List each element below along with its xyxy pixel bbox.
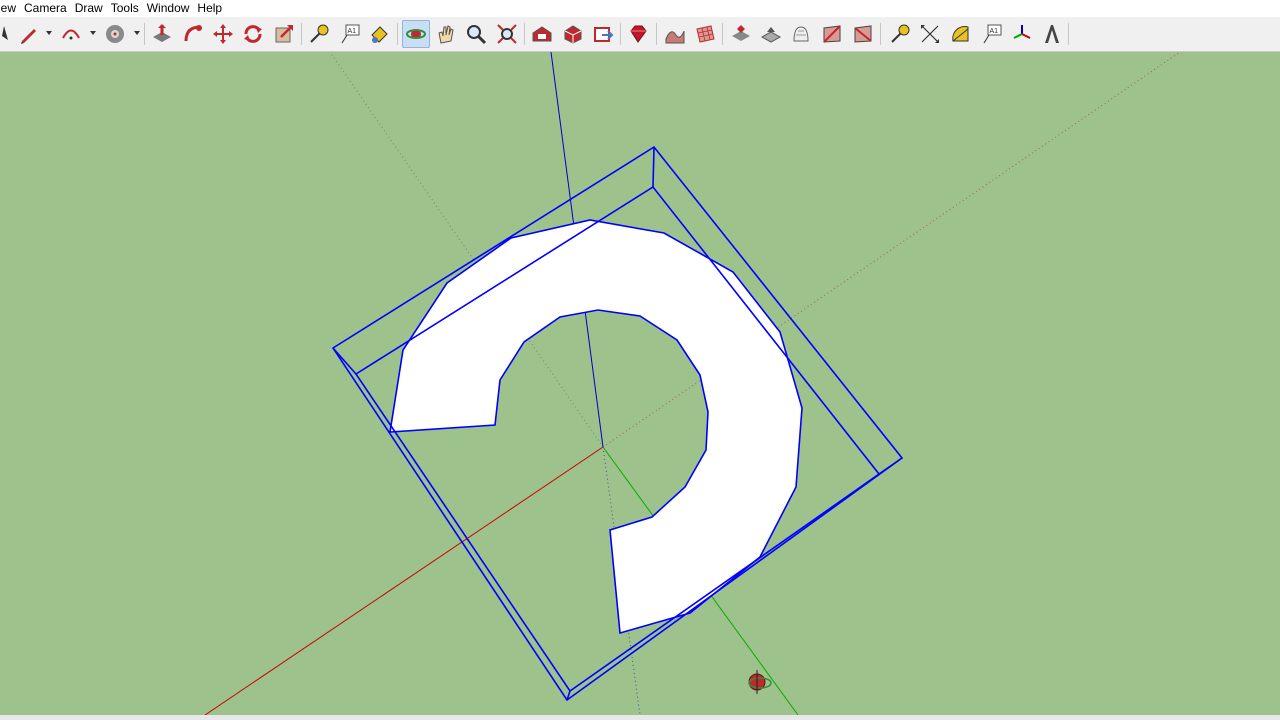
menu-tools[interactable]: Tools <box>107 0 143 17</box>
tape-measure-2-icon[interactable] <box>887 21 913 47</box>
status-bar <box>0 715 1280 720</box>
box-edge <box>652 146 655 188</box>
move-icon[interactable] <box>210 21 236 47</box>
chevron-down-icon[interactable] <box>90 31 96 35</box>
sandbox-drape-icon[interactable] <box>758 21 784 47</box>
eraser-paint-icon[interactable] <box>102 21 128 47</box>
drawing-viewport[interactable] <box>0 52 1280 715</box>
paint-bucket-icon[interactable] <box>366 21 392 47</box>
menu-view[interactable]: iew <box>0 0 20 17</box>
sandbox-add-detail-icon[interactable] <box>788 21 814 47</box>
menu-help[interactable]: Help <box>193 0 226 17</box>
box-edge <box>878 457 903 475</box>
text-icon[interactable]: A1 <box>337 21 363 47</box>
model-canvas <box>204 52 1181 715</box>
protractor-icon[interactable] <box>948 21 974 47</box>
chevron-down-icon[interactable] <box>134 31 140 35</box>
arc-icon[interactable] <box>58 21 84 47</box>
sandbox-grid-icon[interactable] <box>692 21 718 47</box>
components-icon[interactable] <box>560 21 586 47</box>
tape-measure-icon[interactable] <box>306 21 332 47</box>
zoom-icon[interactable] <box>463 21 489 47</box>
menu-bar: iew Camera Draw Tools Window Help <box>0 0 1280 17</box>
menu-window[interactable]: Window <box>143 0 194 17</box>
menu-draw[interactable]: Draw <box>71 0 107 17</box>
select-icon[interactable] <box>0 21 14 47</box>
sandbox-from-contours-icon[interactable] <box>850 21 876 47</box>
text-2-icon[interactable]: A1 <box>979 21 1005 47</box>
follow-me-icon[interactable] <box>180 21 206 47</box>
svg-text:A1: A1 <box>990 28 999 35</box>
red-axis <box>204 446 604 715</box>
axes-icon[interactable] <box>1009 21 1035 47</box>
pencil-line-icon[interactable] <box>16 21 42 47</box>
share-model-icon[interactable] <box>590 21 616 47</box>
sandbox-stamp-icon[interactable] <box>728 21 754 47</box>
box-edge <box>332 347 357 375</box>
orbit-icon[interactable] <box>402 20 430 48</box>
svg-text:A1: A1 <box>348 28 357 35</box>
dimensions-icon[interactable] <box>917 21 943 47</box>
warehouse-icon[interactable] <box>529 21 555 47</box>
chevron-down-icon[interactable] <box>46 31 52 35</box>
push-pull-icon[interactable] <box>149 21 175 47</box>
pan-icon[interactable] <box>433 21 459 47</box>
ruby-icon[interactable] <box>625 21 651 47</box>
3d-text-icon[interactable] <box>1039 21 1065 47</box>
sandbox-flip-edge-icon[interactable] <box>819 21 845 47</box>
toolbar: A1 A1 <box>0 17 1280 52</box>
scale-icon[interactable] <box>271 21 297 47</box>
rotate-icon[interactable] <box>240 21 266 47</box>
zoom-extents-icon[interactable] <box>494 21 520 47</box>
menu-camera[interactable]: Camera <box>20 0 71 17</box>
sandbox-smoove-icon[interactable] <box>662 21 688 47</box>
